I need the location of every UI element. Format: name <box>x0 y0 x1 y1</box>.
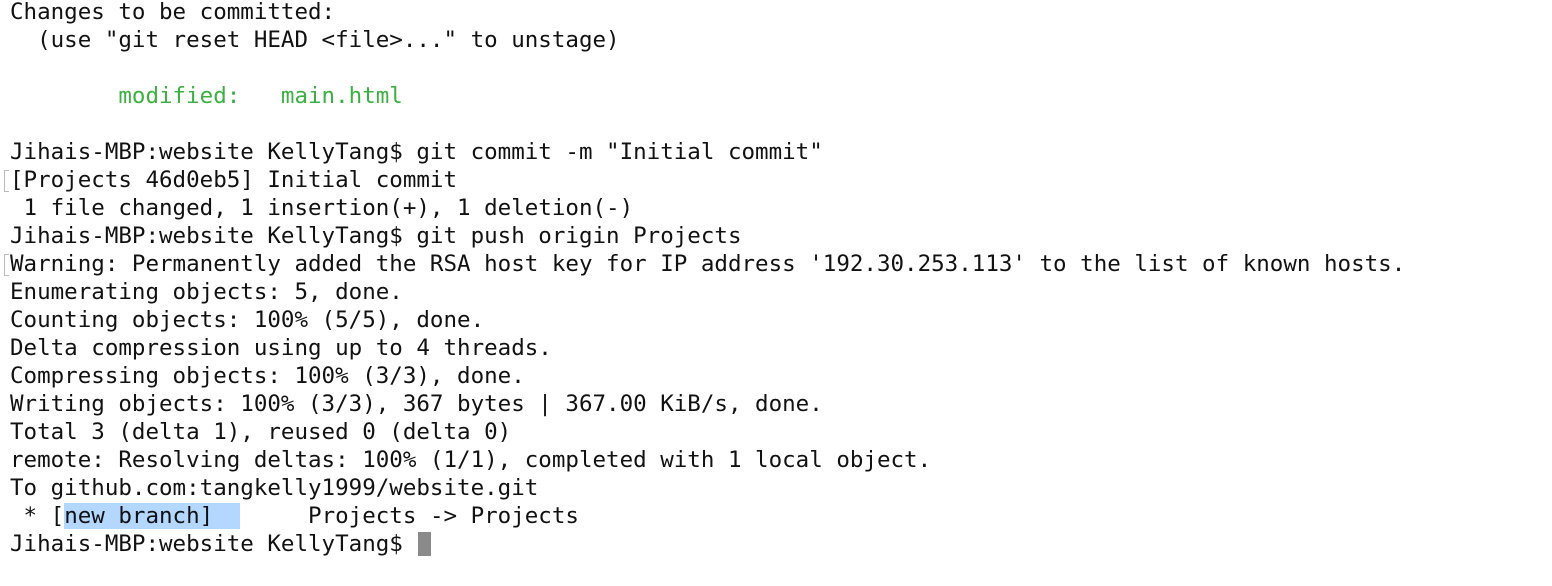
terminal-line: Warning: Permanently added the RSA host … <box>10 251 1406 277</box>
terminal-line: (use "git reset HEAD <file>..." to unsta… <box>10 27 620 53</box>
terminal-line: Counting objects: 100% (5/5), done. <box>10 307 485 333</box>
line-mark-icon <box>4 254 9 276</box>
terminal-line: Total 3 (delta 1), reused 0 (delta 0) <box>10 419 512 445</box>
command-line: Jihais-MBP:website KellyTang$ git push o… <box>10 223 742 249</box>
terminal-line: Compressing objects: 100% (3/3), done. <box>10 363 525 389</box>
terminal-line: 1 file changed, 1 insertion(+), 1 deleti… <box>10 195 634 221</box>
terminal-window[interactable]: Changes to be committed: (use "git reset… <box>0 0 1552 586</box>
branch-line: * [new branch] Projects -> Projects <box>10 502 579 530</box>
modified-file-line: modified: main.html <box>10 83 403 109</box>
terminal-line: remote: Resolving deltas: 100% (1/1), co… <box>10 447 932 473</box>
branch-prefix: * [ <box>10 503 65 529</box>
line-mark-icon <box>4 170 9 192</box>
prompt-line[interactable]: Jihais-MBP:website KellyTang$ <box>10 530 432 558</box>
shell-prompt: Jihais-MBP:website KellyTang$ <box>10 531 417 557</box>
terminal-line: Writing objects: 100% (3/3), 367 bytes |… <box>10 391 823 417</box>
terminal-line: [Projects 46d0eb5] Initial commit <box>10 167 458 193</box>
command-line: Jihais-MBP:website KellyTang$ git commit… <box>10 139 823 165</box>
terminal-line: Enumerating objects: 5, done. <box>10 279 403 305</box>
selected-text[interactable]: new branch] <box>64 503 241 529</box>
branch-mapping: Projects -> Projects <box>240 503 579 529</box>
terminal-line: To github.com:tangkelly1999/website.git <box>10 475 539 501</box>
terminal-line: Changes to be committed: <box>10 0 336 25</box>
text-cursor <box>418 531 432 556</box>
terminal-line: Delta compression using up to 4 threads. <box>10 335 552 361</box>
